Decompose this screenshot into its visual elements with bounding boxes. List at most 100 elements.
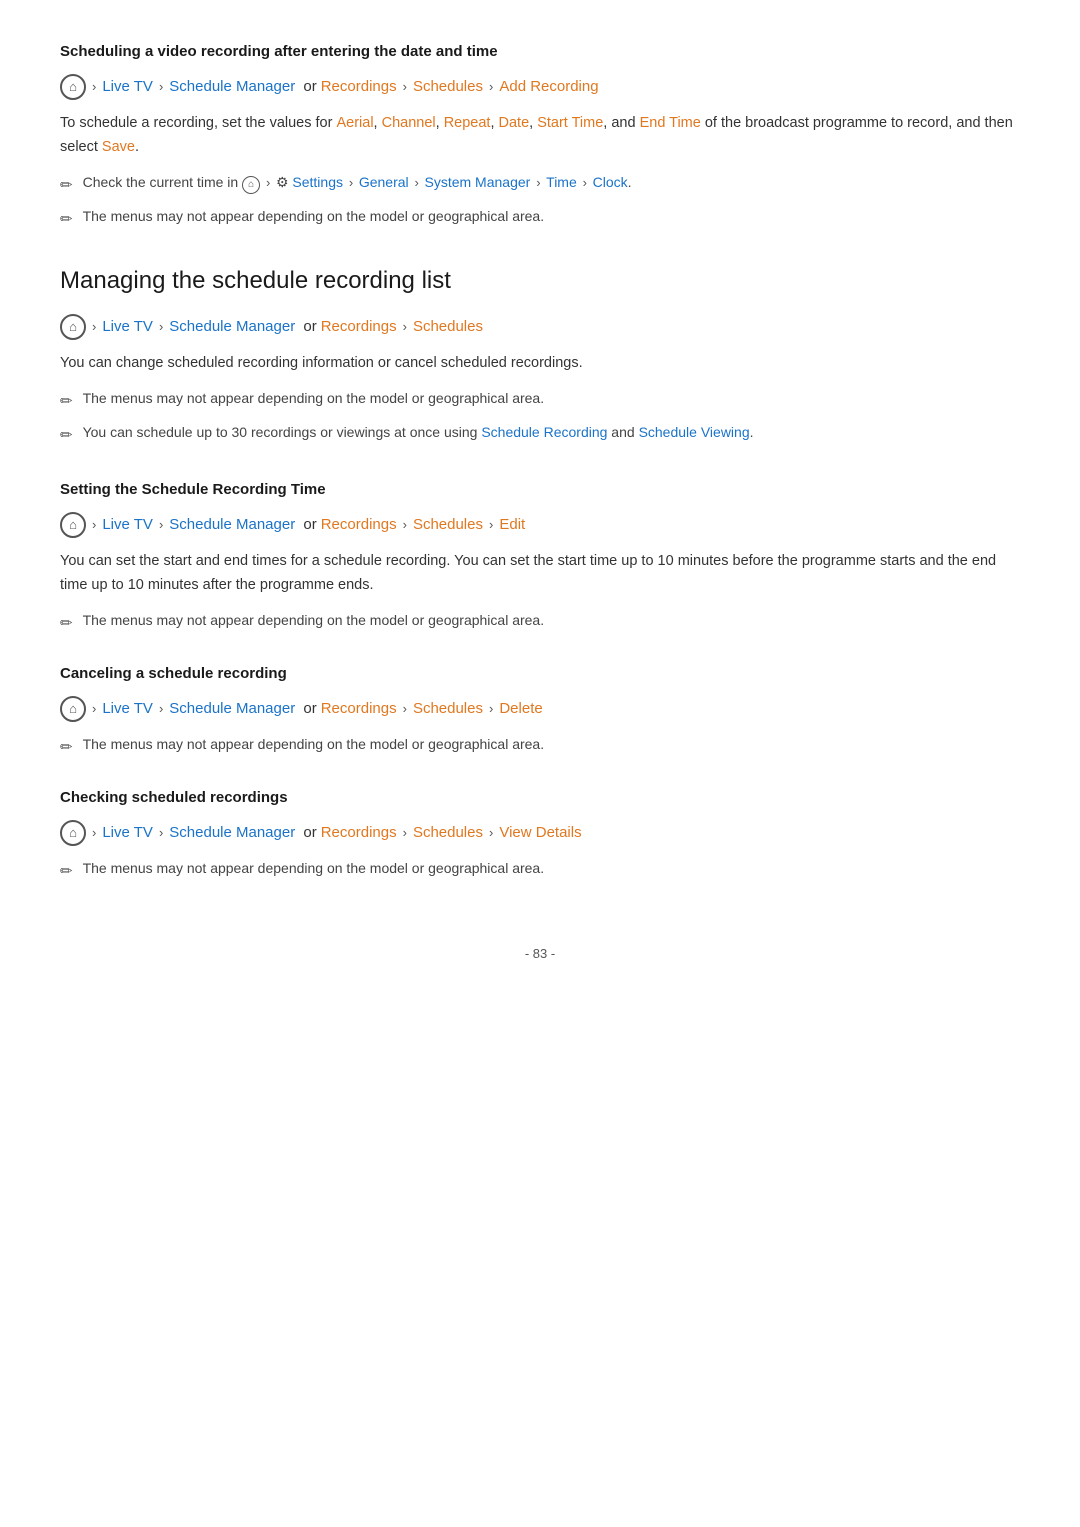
chevron-icon: ›: [92, 77, 96, 98]
section3-nav: ⌂ › Live TV › Schedule Manager or Record…: [60, 512, 1020, 538]
nav-schedule-manager-1[interactable]: Schedule Manager: [169, 75, 295, 99]
pencil-icon-2: ✏: [60, 208, 73, 232]
section4-title: Canceling a schedule recording: [60, 662, 1020, 686]
chevron-icon: ›: [92, 515, 96, 536]
chevron-icon: ›: [266, 175, 274, 190]
chevron-icon: ›: [536, 175, 544, 190]
chevron-icon: ›: [92, 823, 96, 844]
nav-live-tv-4[interactable]: Live TV: [102, 697, 153, 721]
page-number: - 83 -: [60, 944, 1020, 965]
nav-schedules-3[interactable]: Schedules: [413, 513, 483, 537]
chevron-icon: ›: [403, 317, 407, 338]
link-save[interactable]: Save: [102, 139, 135, 155]
note5-text: The menus may not appear depending on th…: [83, 610, 545, 632]
chevron-icon: ›: [92, 317, 96, 338]
chevron-icon: ›: [159, 317, 163, 338]
link-schedule-recording[interactable]: Schedule Recording: [481, 424, 607, 440]
chevron-icon: ›: [403, 77, 407, 98]
chevron-icon: ›: [489, 515, 493, 536]
link-end-time[interactable]: End Time: [640, 115, 701, 131]
chevron-icon: ›: [489, 699, 493, 720]
nav-schedules-5[interactable]: Schedules: [413, 821, 483, 845]
nav-recordings-2[interactable]: Recordings: [321, 315, 397, 339]
nav-recordings-3[interactable]: Recordings: [321, 513, 397, 537]
home-icon-3: ⌂: [60, 512, 86, 538]
link-general[interactable]: General: [359, 174, 409, 190]
note1-prefix: Check the current time in: [83, 174, 243, 190]
chevron-icon: ›: [489, 77, 493, 98]
nav-live-tv-1[interactable]: Live TV: [102, 75, 153, 99]
nav-or-text-5: or: [299, 821, 317, 845]
link-schedule-viewing[interactable]: Schedule Viewing: [639, 424, 750, 440]
link-date[interactable]: Date: [499, 115, 530, 131]
link-system-manager[interactable]: System Manager: [424, 174, 530, 190]
note-menus-4: ✏ The menus may not appear depending on …: [60, 734, 1020, 760]
note-menus-1: ✏ The menus may not appear depending on …: [60, 206, 1020, 232]
section-scheduling: Scheduling a video recording after enter…: [60, 40, 1020, 232]
section5-title: Checking scheduled recordings: [60, 786, 1020, 810]
nav-schedule-manager-4[interactable]: Schedule Manager: [169, 697, 295, 721]
home-icon: ⌂: [60, 74, 86, 100]
nav-live-tv-3[interactable]: Live TV: [102, 513, 153, 537]
nav-or-text-2: or: [299, 315, 317, 339]
section3-body: You can set the start and end times for …: [60, 550, 1020, 598]
note-menus-5: ✏ The menus may not appear depending on …: [60, 858, 1020, 884]
section-managing: Managing the schedule recording list ⌂ ›…: [60, 262, 1020, 448]
note-schedule-30: ✏ You can schedule up to 30 recordings o…: [60, 422, 1020, 448]
chevron-icon: ›: [415, 175, 423, 190]
link-time[interactable]: Time: [546, 174, 577, 190]
pencil-icon-3: ✏: [60, 390, 73, 414]
chevron-icon: ›: [403, 699, 407, 720]
home-icon-4: ⌂: [60, 696, 86, 722]
note3-text: The menus may not appear depending on th…: [83, 388, 545, 410]
note1-text: Check the current time in ⌂ › ⚙ Settings…: [83, 172, 632, 194]
chevron-icon: ›: [159, 515, 163, 536]
settings-icon: ⚙: [276, 174, 289, 190]
nav-schedule-manager-3[interactable]: Schedule Manager: [169, 513, 295, 537]
nav-delete[interactable]: Delete: [499, 697, 542, 721]
nav-recordings-1[interactable]: Recordings: [321, 75, 397, 99]
section1-title: Scheduling a video recording after enter…: [60, 40, 1020, 64]
note-menus-3: ✏ The menus may not appear depending on …: [60, 610, 1020, 636]
nav-edit[interactable]: Edit: [499, 513, 525, 537]
nav-or-text-3: or: [299, 513, 317, 537]
section2-title: Managing the schedule recording list: [60, 262, 1020, 300]
chevron-icon: ›: [159, 77, 163, 98]
link-aerial[interactable]: Aerial: [336, 115, 373, 131]
nav-or-text-1: or: [299, 75, 317, 99]
home-icon-5: ⌂: [60, 820, 86, 846]
nav-view-details[interactable]: View Details: [499, 821, 581, 845]
section-checking: Checking scheduled recordings ⌂ › Live T…: [60, 786, 1020, 884]
link-clock[interactable]: Clock: [593, 174, 628, 190]
nav-schedule-manager-5[interactable]: Schedule Manager: [169, 821, 295, 845]
nav-recordings-4[interactable]: Recordings: [321, 697, 397, 721]
pencil-icon-1: ✏: [60, 174, 73, 198]
nav-or-text-4: or: [299, 697, 317, 721]
nav-schedules-4[interactable]: Schedules: [413, 697, 483, 721]
section2-nav: ⌂ › Live TV › Schedule Manager or Record…: [60, 314, 1020, 340]
nav-add-recording[interactable]: Add Recording: [499, 75, 598, 99]
nav-live-tv-5[interactable]: Live TV: [102, 821, 153, 845]
nav-recordings-5[interactable]: Recordings: [321, 821, 397, 845]
chevron-icon: ›: [92, 699, 96, 720]
link-start-time[interactable]: Start Time: [537, 115, 603, 131]
section3-title: Setting the Schedule Recording Time: [60, 478, 1020, 502]
note6-text: The menus may not appear depending on th…: [83, 734, 545, 756]
link-settings[interactable]: Settings: [292, 174, 343, 190]
chevron-icon: ›: [489, 823, 493, 844]
note2-text: The menus may not appear depending on th…: [83, 206, 545, 228]
chevron-icon: ›: [159, 823, 163, 844]
section4-nav: ⌂ › Live TV › Schedule Manager or Record…: [60, 696, 1020, 722]
nav-schedules-2[interactable]: Schedules: [413, 315, 483, 339]
chevron-icon: ›: [583, 175, 591, 190]
home-icon-small: ⌂: [242, 176, 260, 194]
link-channel[interactable]: Channel: [382, 115, 436, 131]
link-repeat[interactable]: Repeat: [444, 115, 491, 131]
section1-body: To schedule a recording, set the values …: [60, 112, 1020, 160]
nav-schedule-manager-2[interactable]: Schedule Manager: [169, 315, 295, 339]
nav-live-tv-2[interactable]: Live TV: [102, 315, 153, 339]
chevron-icon: ›: [403, 823, 407, 844]
chevron-icon: ›: [159, 699, 163, 720]
pencil-icon-6: ✏: [60, 736, 73, 760]
nav-schedules-1[interactable]: Schedules: [413, 75, 483, 99]
